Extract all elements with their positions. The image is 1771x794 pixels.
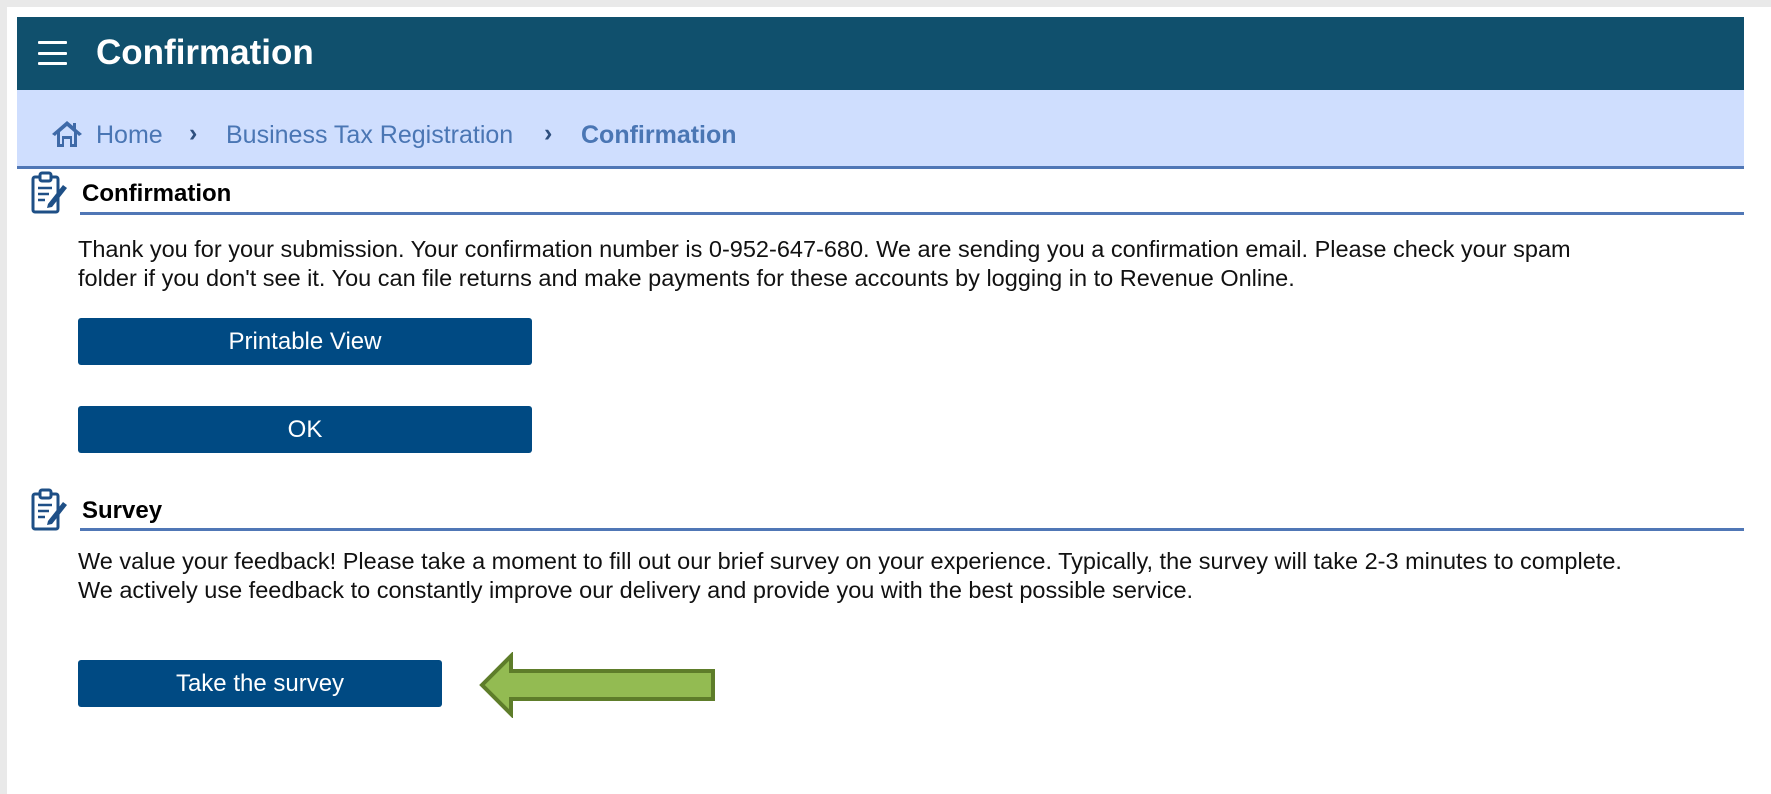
clipboard-edit-icon [31,488,67,531]
confirmation-message-line-2: folder if you don't see it. You can file… [78,265,1295,291]
breadcrumb-current: Confirmation [581,121,737,149]
breadcrumb: Home › Business Tax Registration › Confi… [17,90,1744,169]
clipboard-edit-icon [31,171,67,214]
home-icon[interactable] [50,119,84,149]
breadcrumb-separator: › [189,119,198,147]
page-header: Confirmation [17,17,1744,90]
confirmation-message-line-1: Thank you for your submission. Your conf… [78,236,1571,262]
take-the-survey-button[interactable]: Take the survey [78,660,442,707]
hamburger-menu-icon[interactable] [38,41,67,65]
survey-message-line-1: We value your feedback! Please take a mo… [78,548,1622,574]
breadcrumb-business-tax-registration-link[interactable]: Business Tax Registration [226,120,513,150]
section-divider [80,528,1744,531]
green-arrow-pointer-icon [479,652,715,718]
survey-message-line-2: We actively use feedback to constantly i… [78,577,1194,603]
breadcrumb-home-link[interactable]: Home [96,120,163,150]
section-divider [80,212,1744,215]
page-title: Confirmation [96,33,314,72]
survey-section-title: Survey [82,497,163,524]
confirmation-section-title: Confirmation [82,180,232,207]
breadcrumb-separator: › [544,119,553,147]
printable-view-button[interactable]: Printable View [78,318,532,365]
ok-button[interactable]: OK [78,406,532,453]
